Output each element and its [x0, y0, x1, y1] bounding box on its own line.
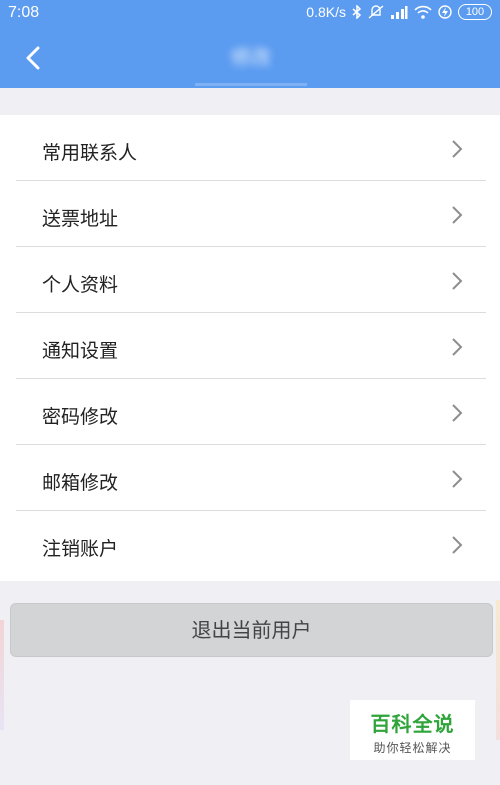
settings-menu: 常用联系人 送票地址 个人资料 通知设置 密码修改 邮箱修改 注销账户	[0, 115, 500, 581]
watermark-title: 百科全说	[370, 712, 455, 736]
menu-item-notification-settings[interactable]: 通知设置	[0, 313, 500, 379]
menu-item-label: 密码修改	[42, 406, 119, 428]
battery-icon: 100	[458, 4, 492, 20]
network-speed: 0.8K/s	[306, 4, 346, 20]
menu-item-frequent-contacts[interactable]: 常用联系人	[0, 115, 500, 181]
menu-item-label: 注销账户	[42, 538, 119, 560]
chevron-right-icon	[452, 140, 463, 158]
signal-icon	[391, 6, 408, 19]
menu-item-cancel-account[interactable]: 注销账户	[0, 511, 500, 577]
bluetooth-icon	[352, 5, 362, 19]
section-gap	[0, 88, 500, 115]
watermark-logo: 百科全说 助你轻松解决	[350, 700, 475, 760]
chevron-right-icon	[452, 206, 463, 224]
edge-decoration-left	[0, 620, 4, 730]
menu-item-label: 个人资料	[42, 274, 119, 296]
menu-item-change-email[interactable]: 邮箱修改	[0, 445, 500, 511]
page-title: 修改	[231, 45, 271, 69]
wifi-icon	[414, 5, 432, 19]
chevron-right-icon	[452, 272, 463, 290]
nav-bar: 修改	[0, 28, 500, 88]
menu-item-change-password[interactable]: 密码修改	[0, 379, 500, 445]
menu-item-label: 通知设置	[42, 340, 119, 362]
chevron-right-icon	[452, 338, 463, 356]
status-right-group: 0.8K/s 100	[306, 4, 492, 20]
chevron-right-icon	[452, 536, 463, 554]
tab-underline	[195, 83, 307, 86]
mute-icon	[368, 5, 384, 19]
menu-item-delivery-address[interactable]: 送票地址	[0, 181, 500, 247]
back-button[interactable]	[18, 42, 50, 74]
edge-decoration-right	[496, 600, 500, 740]
status-bar: 7:08 0.8K/s 100	[0, 0, 500, 28]
status-time: 7:08	[8, 4, 40, 21]
chevron-right-icon	[452, 470, 463, 488]
logout-button[interactable]: 退出当前用户	[10, 603, 493, 657]
chevron-right-icon	[452, 404, 463, 422]
chevron-left-icon	[26, 46, 40, 70]
menu-item-label: 常用联系人	[42, 142, 138, 164]
menu-item-label: 邮箱修改	[42, 472, 119, 494]
charging-icon	[438, 5, 452, 19]
menu-item-personal-info[interactable]: 个人资料	[0, 247, 500, 313]
watermark-subtitle: 助你轻松解决	[373, 741, 452, 755]
menu-item-label: 送票地址	[42, 208, 119, 230]
